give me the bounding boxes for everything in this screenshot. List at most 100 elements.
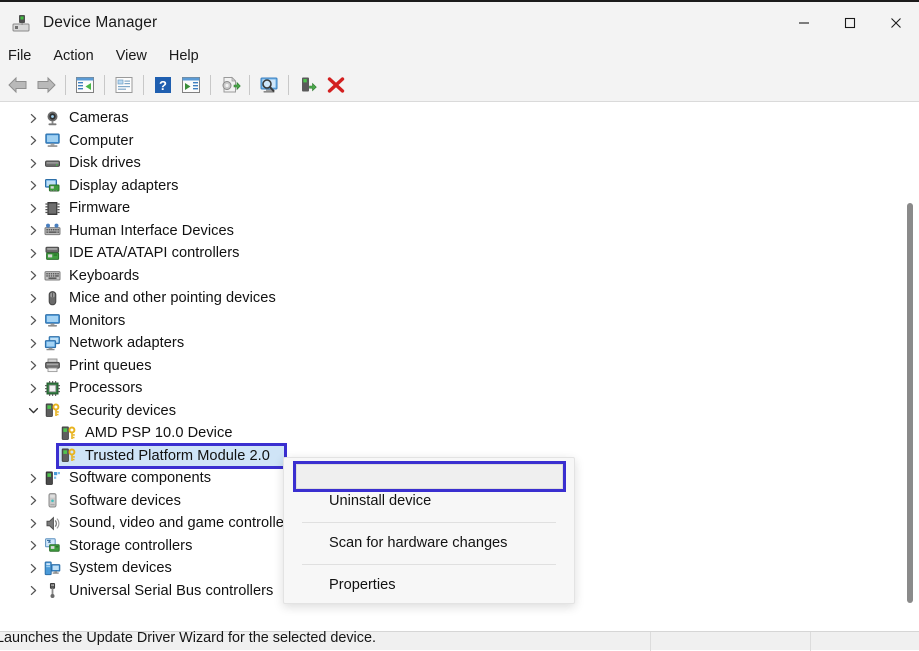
usb-controller-icon [44, 582, 61, 599]
tree-item[interactable]: Security devices [0, 400, 919, 423]
menu-bar: File Action View Help [0, 43, 919, 69]
chevron-right-icon[interactable] [26, 494, 40, 508]
forward-arrow-icon[interactable] [32, 72, 60, 98]
device-manager-window: Device Manager File Action View Help [0, 0, 919, 648]
context-menu-separator [302, 564, 556, 565]
device-manager-icon [10, 12, 32, 34]
security-device-icon [44, 402, 61, 419]
show-hide-action-pane-icon[interactable] [177, 72, 205, 98]
scan-for-hardware-changes-icon[interactable] [255, 72, 283, 98]
tree-item[interactable]: Cameras [0, 107, 919, 130]
tree-item[interactable]: Display adapters [0, 175, 919, 198]
tree-item-label: Disk drives [69, 155, 141, 171]
chevron-right-icon[interactable] [26, 516, 40, 530]
tree-item[interactable]: IDE ATA/ATAPI controllers [0, 242, 919, 265]
chevron-down-icon[interactable] [26, 404, 40, 418]
tree-item-label: System devices [69, 560, 172, 576]
tree-item-label: Computer [69, 133, 133, 149]
keyboard-icon [44, 267, 61, 284]
tree-item[interactable]: Processors [0, 377, 919, 400]
tree-item-label: Mice and other pointing devices [69, 290, 276, 306]
menu-action[interactable]: Action [53, 45, 93, 67]
status-bar-divider [810, 632, 811, 651]
scrollbar-thumb[interactable] [907, 203, 913, 603]
toolbar-separator [210, 75, 211, 95]
chevron-right-icon[interactable] [26, 291, 40, 305]
tree-item-label: Keyboards [69, 268, 139, 284]
toolbar-separator [104, 75, 105, 95]
chevron-right-icon[interactable] [26, 246, 40, 260]
context-menu-item-properties[interactable]: Properties [284, 571, 574, 599]
chevron-right-icon[interactable] [26, 111, 40, 125]
software-component-icon [44, 470, 61, 487]
sound-controller-icon [44, 515, 61, 532]
chevron-right-icon[interactable] [26, 314, 40, 328]
monitor-icon [44, 312, 61, 329]
enable-device-icon[interactable] [294, 72, 322, 98]
back-arrow-icon[interactable] [4, 72, 32, 98]
update-driver-icon[interactable] [216, 72, 244, 98]
chevron-right-icon[interactable] [26, 359, 40, 373]
chevron-right-icon[interactable] [26, 179, 40, 193]
status-bar-divider [650, 632, 651, 651]
storage-controller-icon [44, 537, 61, 554]
firmware-icon [44, 200, 61, 217]
tree-item[interactable]: Keyboards [0, 265, 919, 288]
tree-item[interactable]: Mice and other pointing devices [0, 287, 919, 310]
toolbar-separator [65, 75, 66, 95]
chevron-right-icon[interactable] [26, 471, 40, 485]
tree-item[interactable]: Network adapters [0, 332, 919, 355]
status-bar: Launches the Update Driver Wizard for th… [0, 631, 919, 650]
menu-view[interactable]: View [116, 45, 147, 67]
context-menu-item-scan-for-hardware-changes[interactable]: Scan for hardware changes [284, 529, 574, 557]
tree-item[interactable]: Human Interface Devices [0, 220, 919, 243]
tree-item[interactable]: Computer [0, 130, 919, 153]
tree-item[interactable]: AMD PSP 10.0 Device [0, 422, 919, 445]
chevron-right-icon[interactable] [26, 201, 40, 215]
tree-item[interactable]: Monitors [0, 310, 919, 333]
chevron-right-icon[interactable] [26, 269, 40, 283]
window-title: Device Manager [43, 14, 157, 32]
tree-item[interactable]: Disk drives [0, 152, 919, 175]
chevron-right-icon[interactable] [26, 336, 40, 350]
menu-help[interactable]: Help [169, 45, 199, 67]
tree-item[interactable]: Firmware [0, 197, 919, 220]
properties-icon[interactable] [110, 72, 138, 98]
security-device-icon [60, 447, 77, 464]
chevron-right-icon[interactable] [26, 224, 40, 238]
chevron-right-icon[interactable] [26, 156, 40, 170]
tree-item-label: Security devices [69, 403, 176, 419]
context-menu[interactable]: Update driver Uninstall device Scan for … [283, 457, 575, 604]
tree-item-label: Trusted Platform Module 2.0 [85, 448, 270, 464]
menu-file[interactable]: File [8, 45, 31, 67]
help-icon[interactable]: ? [149, 72, 177, 98]
close-button[interactable] [873, 2, 919, 43]
maximize-button[interactable] [827, 2, 873, 43]
chevron-right-icon[interactable] [26, 561, 40, 575]
window-controls [781, 2, 919, 43]
chevron-right-icon[interactable] [26, 134, 40, 148]
update-driver-hover-fill [296, 464, 563, 489]
title-bar: Device Manager [0, 2, 919, 43]
tree-item[interactable]: Print queues [0, 355, 919, 378]
show-hide-console-tree-icon[interactable] [71, 72, 99, 98]
tree-item-label: Universal Serial Bus controllers [69, 583, 273, 599]
ide-controller-icon [44, 245, 61, 262]
vertical-scrollbar[interactable] [902, 102, 919, 616]
hid-icon [44, 222, 61, 239]
uninstall-device-icon[interactable] [322, 72, 350, 98]
tree-item-label: Processors [69, 380, 143, 396]
disk-drive-icon [44, 155, 61, 172]
printer-icon [44, 357, 61, 374]
computer-icon [44, 132, 61, 149]
context-menu-item-uninstall-device[interactable]: Uninstall device [284, 487, 574, 515]
chevron-right-icon[interactable] [26, 539, 40, 553]
chevron-right-icon[interactable] [26, 381, 40, 395]
minimize-button[interactable] [781, 2, 827, 43]
tree-item-label: Human Interface Devices [69, 223, 234, 239]
security-device-icon [60, 425, 77, 442]
toolbar-separator [143, 75, 144, 95]
toolbar-separator [249, 75, 250, 95]
tree-item-label: Monitors [69, 313, 125, 329]
chevron-right-icon[interactable] [26, 584, 40, 598]
